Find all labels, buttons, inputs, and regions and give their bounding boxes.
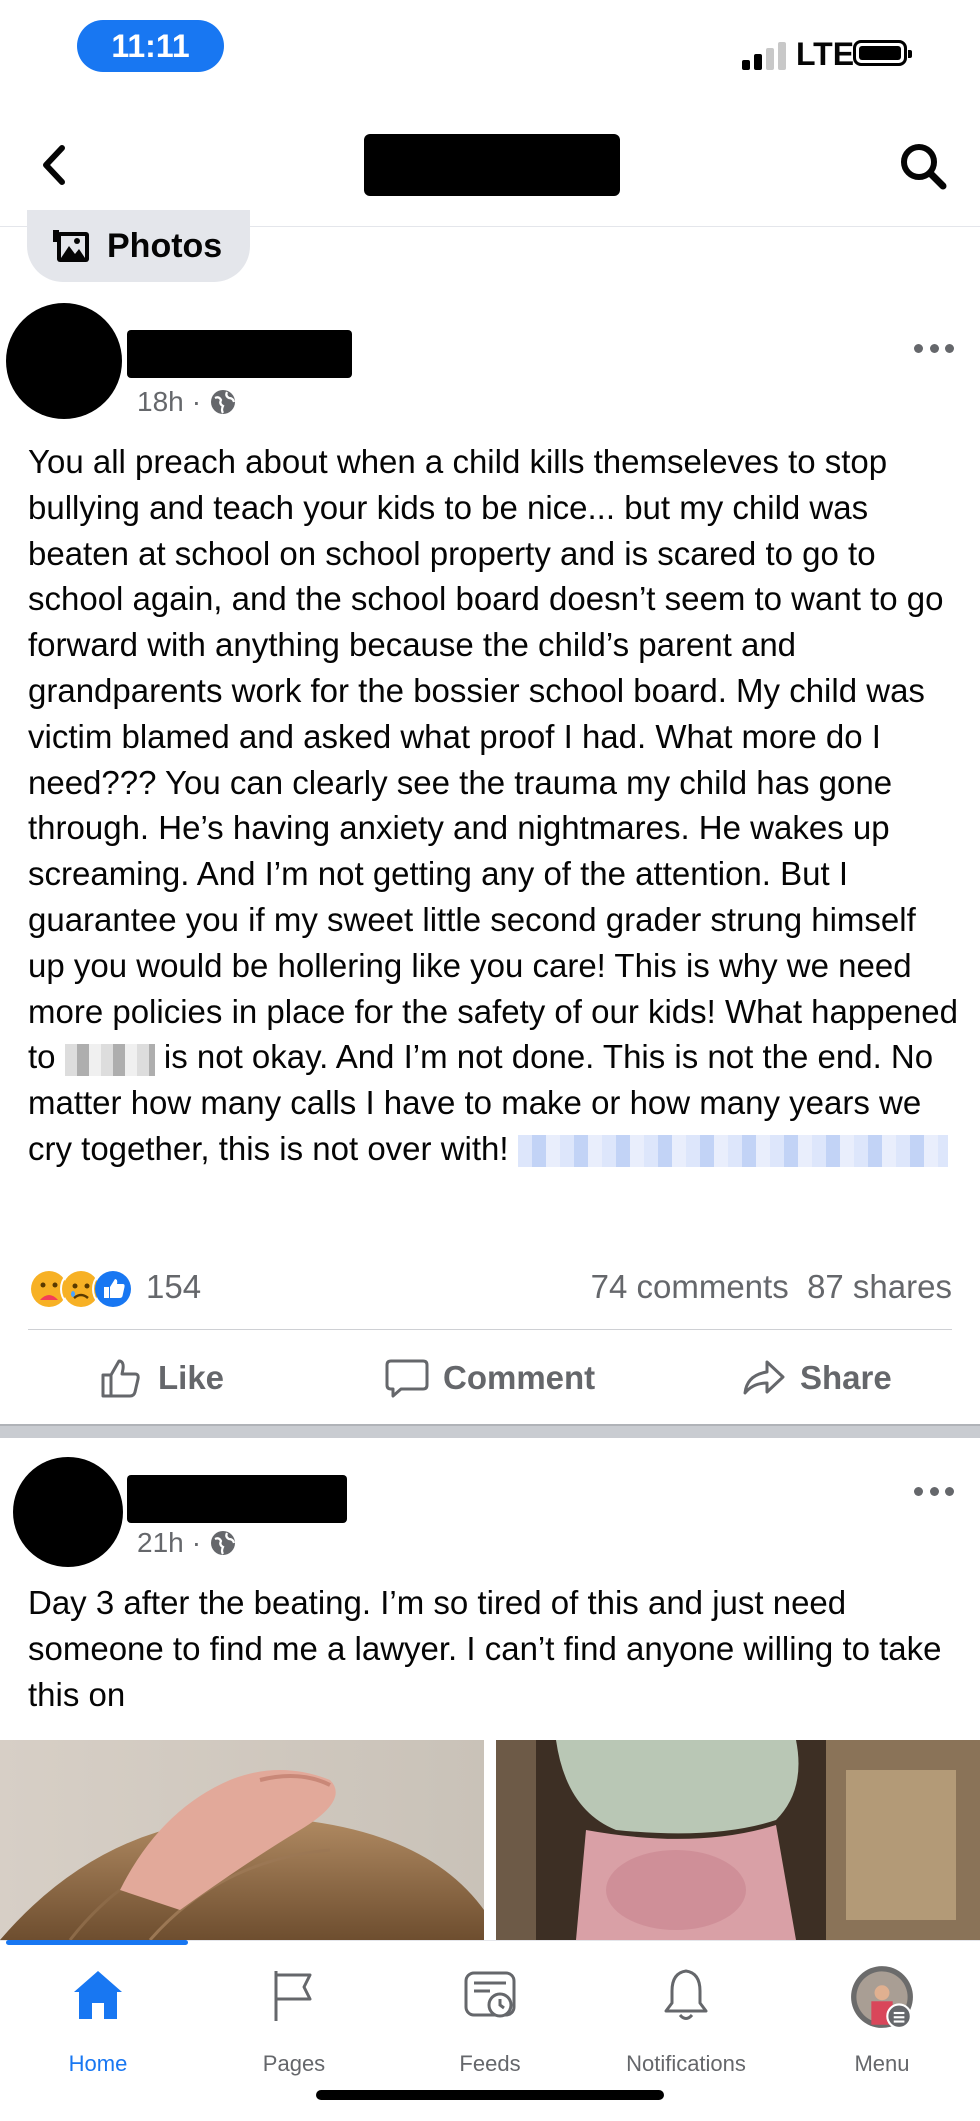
profile-avatar-icon: [851, 1966, 913, 2029]
post-text-part-1: You all preach about when a child kills …: [28, 443, 968, 1076]
search-icon[interactable]: [897, 140, 949, 192]
like-button[interactable]: Like: [100, 1348, 224, 1408]
author-name-redacted[interactable]: [127, 330, 352, 378]
nav-home[interactable]: Home: [0, 1957, 196, 2076]
divider: [28, 1329, 952, 1330]
photos-tab[interactable]: Photos: [27, 210, 250, 282]
status-bar: 11:11 LTE: [0, 0, 980, 100]
home-indicator: [316, 2090, 664, 2100]
reaction-count: 154: [146, 1268, 202, 1305]
shares-count[interactable]: 87 shares: [807, 1268, 952, 1305]
post-time[interactable]: 21h: [137, 1527, 184, 1559]
photo-album-icon: [53, 230, 89, 262]
post-meta: 18h ·: [137, 386, 237, 418]
share-button[interactable]: Share: [742, 1348, 892, 1408]
photo-wrist-image: [496, 1740, 980, 1940]
comments-count[interactable]: 74 comments: [591, 1268, 789, 1305]
post-time[interactable]: 18h: [137, 386, 184, 418]
status-time: 11:11: [77, 20, 224, 72]
feed-separator: [0, 1424, 980, 1438]
post-meta: 21h ·: [137, 1527, 237, 1559]
more-options-icon[interactable]: [914, 344, 954, 356]
like-label: Like: [158, 1359, 225, 1396]
home-icon: [74, 1971, 122, 2019]
comments-shares-count[interactable]: 74 comments 87 shares: [591, 1268, 952, 1306]
photo-head-image: [0, 1740, 484, 1940]
redacted-hashtag-link[interactable]: [517, 1135, 948, 1168]
nav-home-label: Home: [68, 2051, 128, 2076]
reactions-summary[interactable]: 154 74 comments 87 shares: [28, 1262, 952, 1312]
battery-icon: [853, 40, 912, 66]
page-title-redacted: [364, 134, 620, 196]
photos-tab-label: Photos: [107, 227, 223, 265]
share-label: Share: [800, 1359, 892, 1396]
globe-icon: [211, 390, 236, 414]
author-name-redacted[interactable]: [127, 1475, 347, 1523]
post-photo-1[interactable]: [0, 1740, 484, 1940]
nav-menu[interactable]: Menu: [784, 1957, 980, 2076]
post-text: Day 3 after the beating. I’m so tired of…: [28, 1584, 951, 1713]
avatar[interactable]: [13, 1457, 123, 1567]
post-text: You all preach about when a child kills …: [28, 439, 958, 1172]
active-tab-indicator: [6, 1940, 188, 1945]
comment-button[interactable]: Comment: [385, 1348, 595, 1408]
avatar[interactable]: [6, 303, 122, 419]
network-type: LTE: [796, 36, 855, 72]
feeds-icon: [464, 1971, 516, 2018]
nav-notifications[interactable]: Notifications: [588, 1957, 784, 2076]
share-icon: [743, 1360, 785, 1395]
globe-icon: [211, 1531, 236, 1555]
nav-pages-label: Pages: [262, 2051, 326, 2076]
nav-notifications-label: Notifications: [626, 2051, 746, 2076]
chevron-left-icon[interactable]: [36, 140, 76, 190]
nav-pages[interactable]: Pages: [196, 1957, 392, 2076]
more-options-icon[interactable]: [914, 1487, 954, 1499]
nav-feeds[interactable]: Feeds: [392, 1957, 588, 2076]
meta-dot: ·: [191, 386, 202, 417]
flag-icon: [274, 1971, 312, 2021]
signal-icon: [742, 40, 792, 70]
nav-menu-label: Menu: [854, 2051, 910, 2076]
post-photo-2[interactable]: [496, 1740, 980, 1940]
bell-icon: [664, 1969, 708, 2020]
meta-dot: ·: [191, 1527, 202, 1558]
thumbs-up-icon: [101, 1359, 140, 1398]
redacted-child-name: [64, 1043, 155, 1076]
comment-icon: [385, 1359, 429, 1398]
nav-feeds-label: Feeds: [459, 2051, 521, 2076]
like-reaction-icon: [92, 1268, 134, 1310]
comment-label: Comment: [443, 1359, 596, 1396]
